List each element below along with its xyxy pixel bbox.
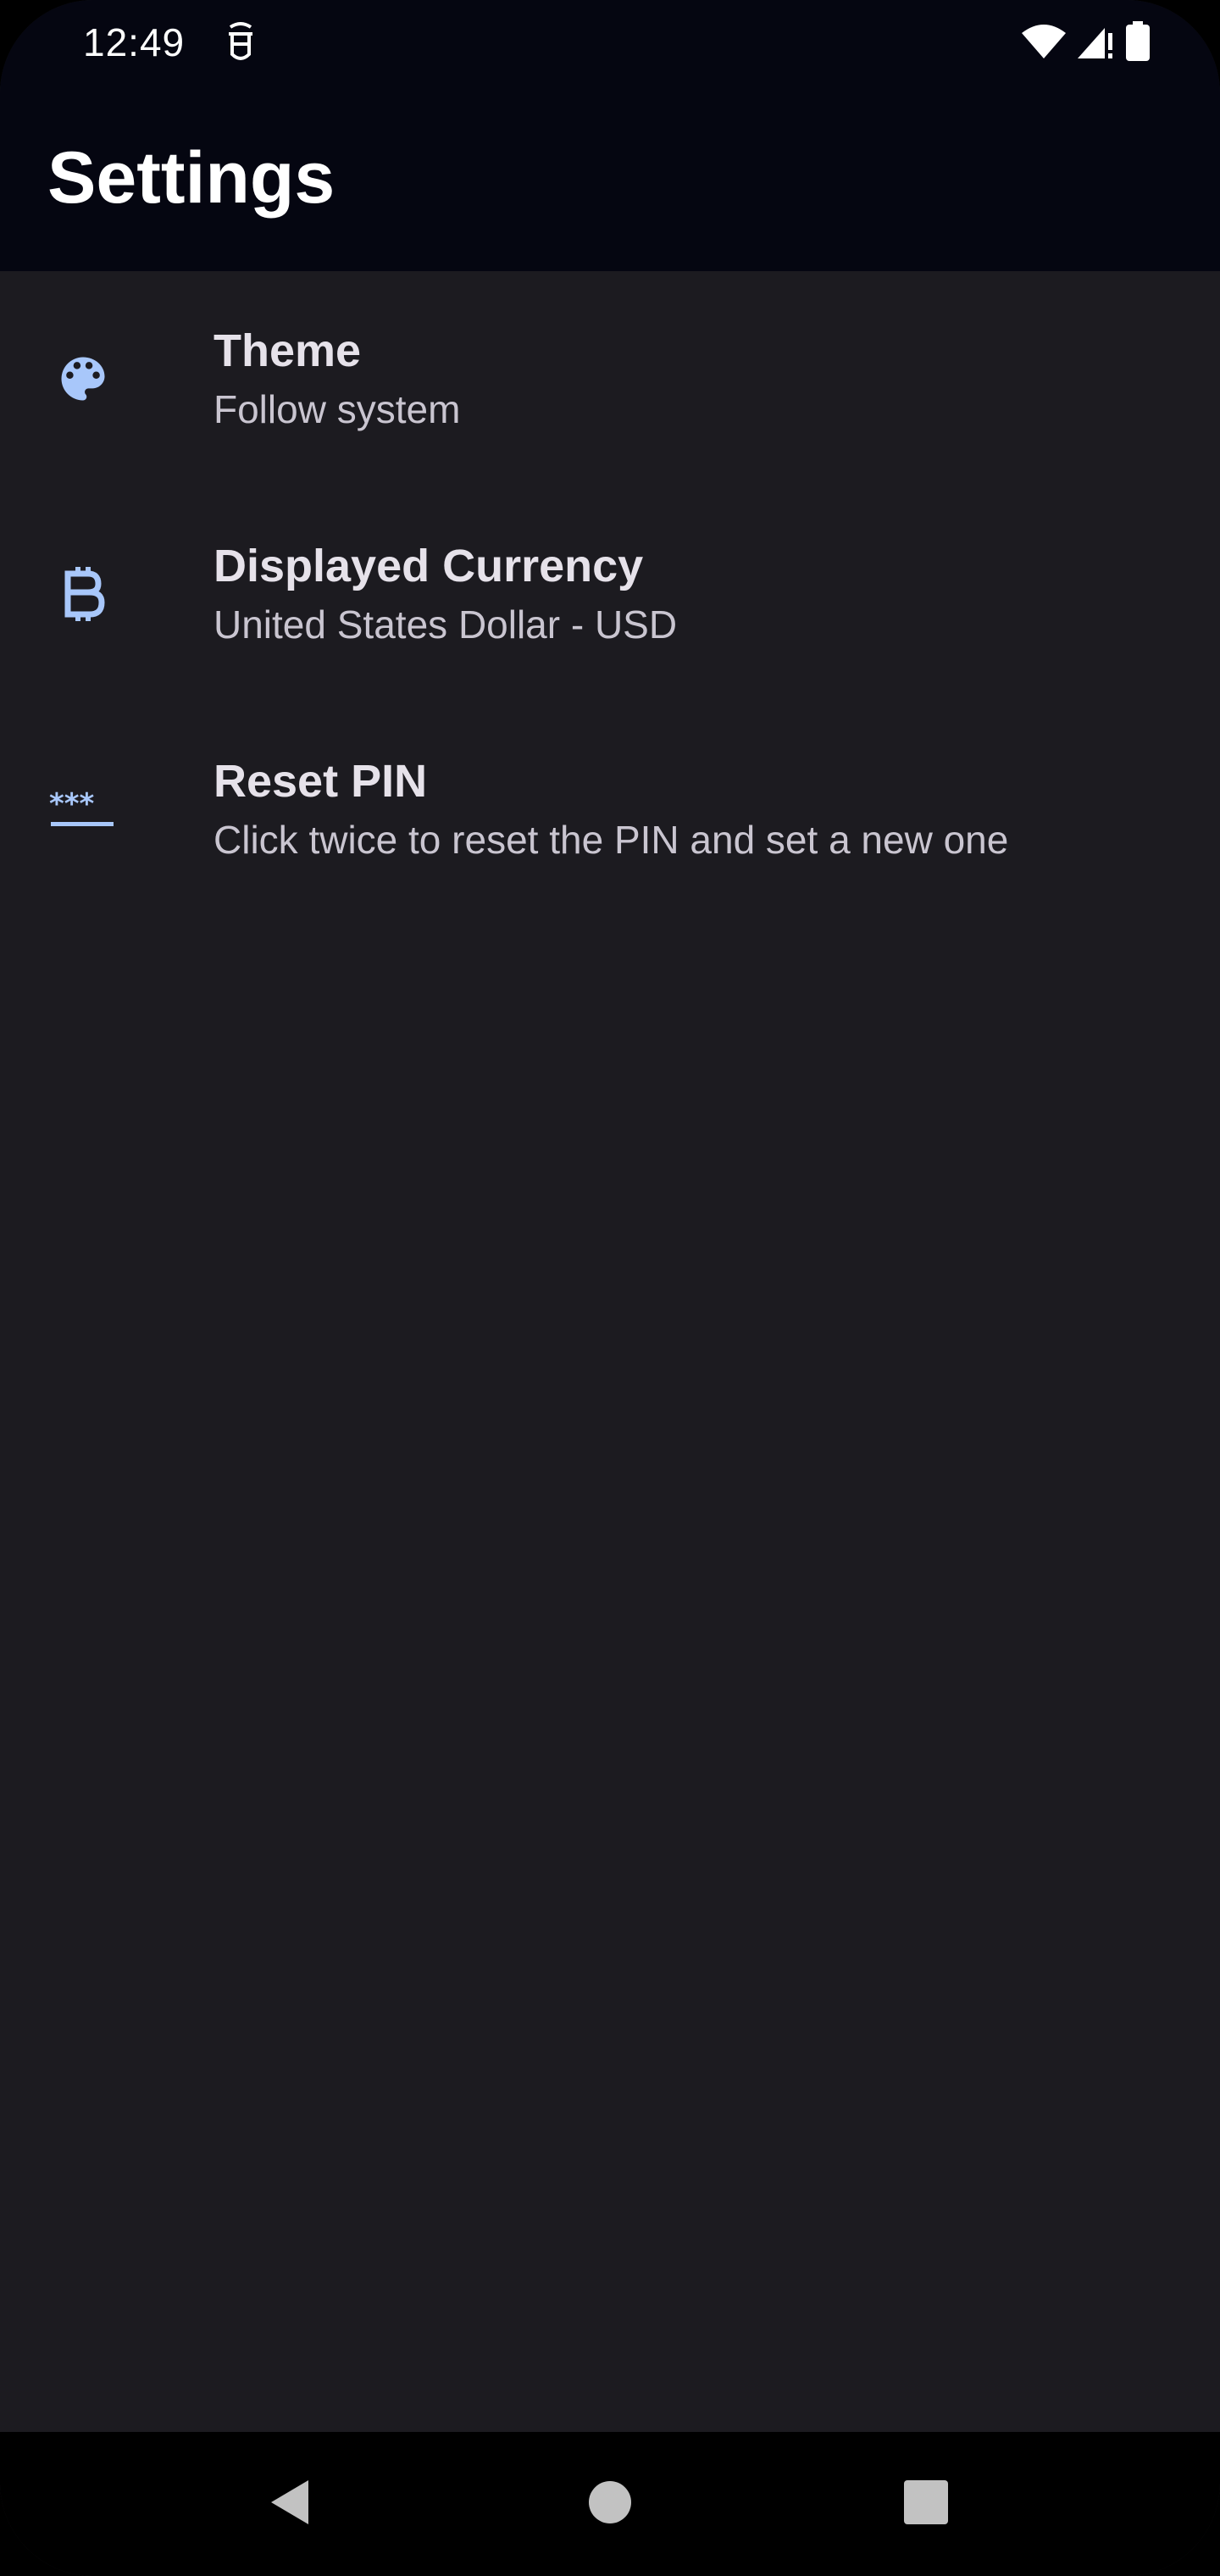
home-button[interactable] bbox=[568, 2462, 652, 2546]
phone-screen: 12:49 Settings Theme Follow system Displ… bbox=[0, 0, 1220, 2576]
setting-displayed-currency[interactable]: Displayed Currency United States Dollar … bbox=[0, 486, 1220, 702]
setting-value: Follow system bbox=[214, 387, 461, 431]
setting-theme-text: Theme Follow system bbox=[214, 324, 1186, 434]
wifi-icon bbox=[1020, 23, 1068, 64]
battery-icon bbox=[1125, 20, 1151, 66]
cellular-icon bbox=[1076, 23, 1117, 64]
bitcoin-icon bbox=[49, 560, 117, 628]
home-icon bbox=[586, 2479, 634, 2530]
notification-icon bbox=[222, 20, 259, 64]
setting-pin-text: Reset PIN Click twice to reset the PIN a… bbox=[214, 754, 1186, 864]
palette-icon bbox=[49, 345, 117, 413]
setting-value: Click twice to reset the PIN and set a n… bbox=[214, 818, 1009, 862]
setting-title: Reset PIN bbox=[214, 756, 428, 807]
setting-title: Theme bbox=[214, 325, 362, 376]
setting-theme[interactable]: Theme Follow system bbox=[0, 271, 1220, 486]
setting-value: United States Dollar - USD bbox=[214, 602, 678, 647]
app-header: 12:49 Settings bbox=[0, 0, 1220, 271]
svg-text:***: *** bbox=[49, 788, 95, 821]
password-icon: *** bbox=[49, 775, 117, 843]
setting-title: Displayed Currency bbox=[214, 541, 644, 591]
status-icons bbox=[1020, 20, 1151, 66]
recents-button[interactable] bbox=[884, 2462, 968, 2546]
status-time: 12:49 bbox=[83, 20, 186, 64]
recents-icon bbox=[903, 2479, 949, 2529]
back-icon bbox=[264, 2477, 315, 2532]
settings-list: Theme Follow system Displayed Currency U… bbox=[0, 271, 1220, 917]
back-button[interactable] bbox=[247, 2462, 332, 2546]
setting-reset-pin[interactable]: *** Reset PIN Click twice to reset the P… bbox=[0, 702, 1220, 917]
page-title: Settings bbox=[47, 137, 336, 219]
setting-currency-text: Displayed Currency United States Dollar … bbox=[214, 539, 1186, 649]
system-navigation-bar bbox=[0, 2432, 1220, 2576]
